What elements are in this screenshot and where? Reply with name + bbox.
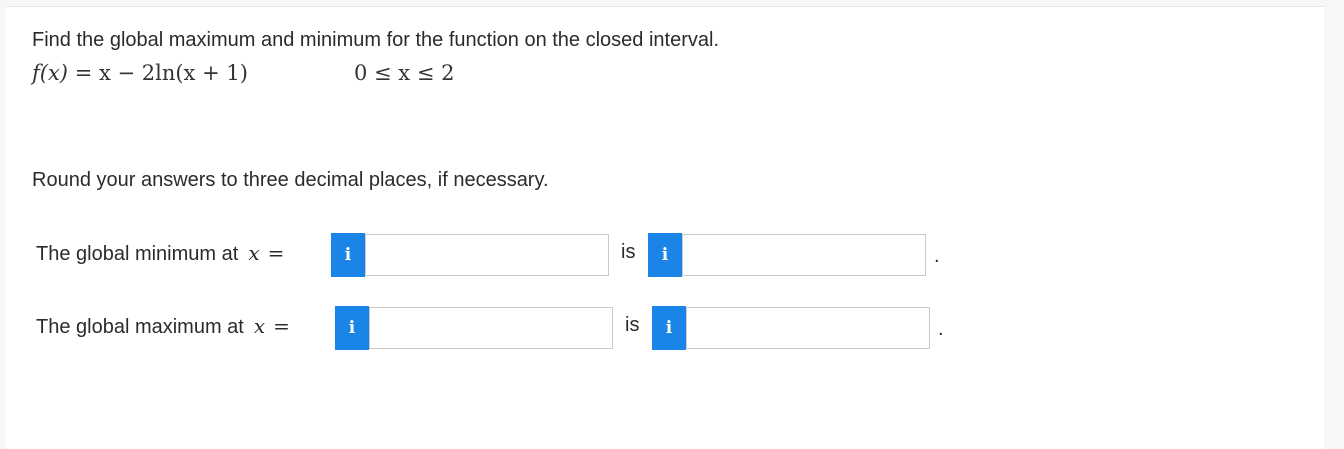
global-maximum-label: The global maximum at x = xyxy=(36,314,290,339)
question-card: Find the global maximum and minimum for … xyxy=(6,6,1324,449)
global-minimum-label: The global minimum at x = xyxy=(36,241,284,266)
function-lhs: f(x) xyxy=(32,61,69,85)
x-variable: x xyxy=(248,241,260,265)
max-x-info-icon[interactable]: i xyxy=(335,306,369,350)
max-is-label: is xyxy=(625,314,640,336)
function-definition: f(x) = x − 2ln(x + 1) xyxy=(32,61,248,85)
max-y-info-icon[interactable]: i xyxy=(652,306,686,350)
max-period: . xyxy=(938,318,944,340)
min-period: . xyxy=(934,245,940,267)
global-minimum-text: The global minimum at xyxy=(36,243,239,265)
min-x-info-icon[interactable]: i xyxy=(331,233,365,277)
global-minimum-row: The global minimum at x = i is i . xyxy=(36,233,1036,279)
question-prompt: Find the global maximum and minimum for … xyxy=(32,29,720,51)
global-maximum-text: The global maximum at xyxy=(36,316,244,338)
min-y-info-icon[interactable]: i xyxy=(648,233,682,277)
rounding-instruction: Round your answers to three decimal plac… xyxy=(32,169,549,191)
interval-constraint: 0 ≤ x ≤ 2 xyxy=(354,61,455,85)
max-x-input[interactable] xyxy=(369,307,613,349)
min-x-input[interactable] xyxy=(365,234,609,276)
min-y-input[interactable] xyxy=(682,234,926,276)
function-rhs: = x − 2ln(x + 1) xyxy=(74,61,248,85)
global-maximum-row: The global maximum at x = i is i . xyxy=(36,306,1036,352)
min-is-label: is xyxy=(621,241,636,263)
x-variable: x xyxy=(253,314,266,338)
max-y-input[interactable] xyxy=(686,307,930,349)
equals-sign: = xyxy=(273,314,290,338)
equals-sign: = xyxy=(267,241,285,265)
